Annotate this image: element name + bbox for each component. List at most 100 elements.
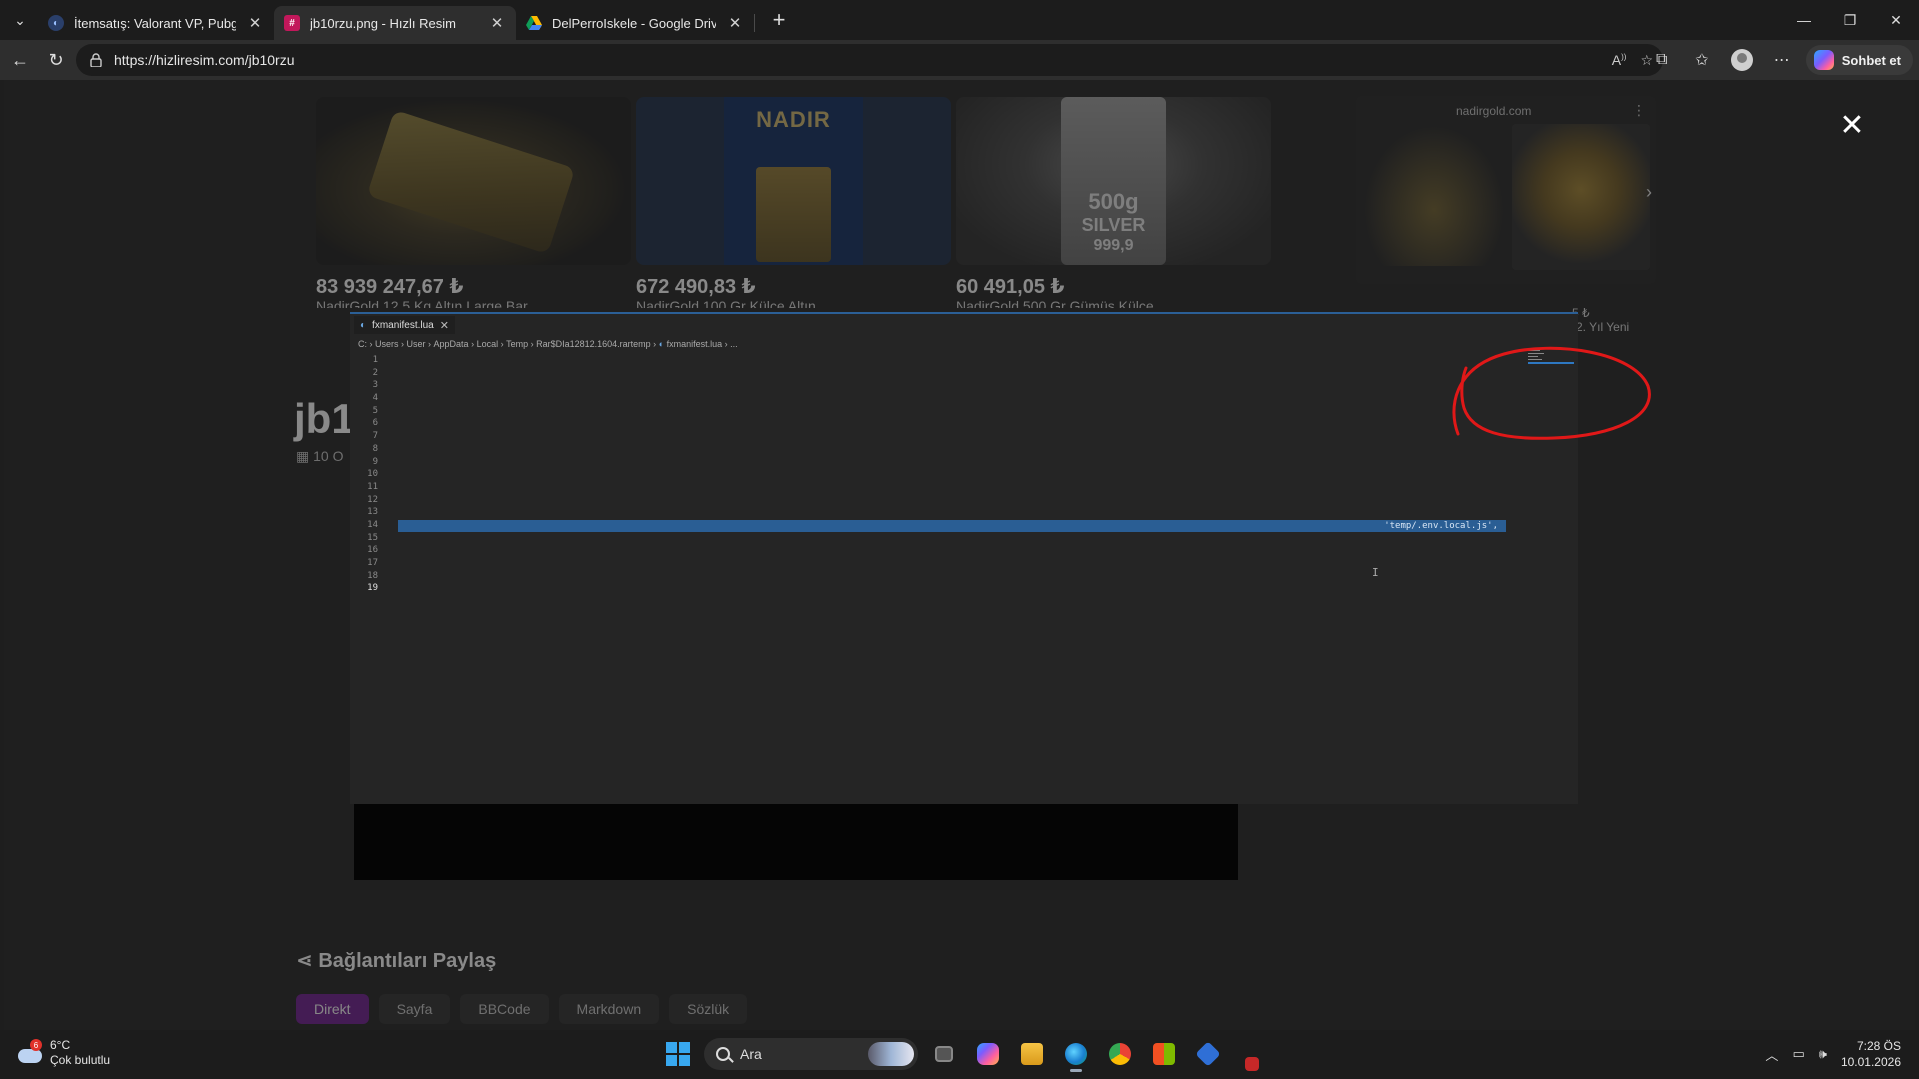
line-number: 9 xyxy=(372,456,378,467)
line-number: 6 xyxy=(372,418,378,429)
share-title-text: Bağlantıları Paylaş xyxy=(318,950,497,972)
weather-temp: 6°C xyxy=(50,1038,71,1052)
lightbox-close-icon[interactable]: ✕ xyxy=(1837,109,1867,142)
line-number: 1 xyxy=(372,355,378,365)
close-tab-icon[interactable]: ✕ xyxy=(488,14,506,32)
breadcrumb-part: AppData xyxy=(433,339,469,349)
taskbar-search[interactable]: Ara xyxy=(704,1038,918,1070)
share-tab-markdown[interactable]: Markdown xyxy=(558,994,660,1024)
search-highlight-image xyxy=(868,1042,914,1066)
toolbar-right: ⧉ ✩ ⋯ Sohbet et xyxy=(1642,40,1919,80)
file-explorer-icon[interactable] xyxy=(1014,1036,1050,1072)
breadcrumb-part: fxmanifest.lua xyxy=(666,339,723,349)
google-drive-icon xyxy=(526,15,542,31)
edge-browser-icon[interactable] xyxy=(1058,1036,1094,1072)
product-name[interactable]: NadirGold 100 Gr Külçe Altın xyxy=(636,298,946,308)
line-number: 8 xyxy=(372,443,378,454)
copilot-chat-button[interactable]: Sohbet et xyxy=(1805,45,1913,75)
chrome-icon[interactable] xyxy=(1102,1036,1138,1072)
share-tab-direkt[interactable]: Direkt xyxy=(296,994,369,1024)
more-menu-icon[interactable]: ⋯ xyxy=(1762,40,1802,80)
hizliresim-icon: # xyxy=(284,15,300,31)
ad-domain[interactable]: nadirgold.com xyxy=(1456,104,1531,118)
product-name[interactable]: NadirGold 500 Gr Gümüş Külçe xyxy=(956,298,1266,308)
line-number-gutter: 1 2 3 4 5 6 7 8 9 10 11 12 13 14 15 16 1… xyxy=(358,354,378,595)
line-number: 2 xyxy=(372,367,378,378)
share-tabs: Direkt Sayfa BBCode Markdown Sözlük xyxy=(296,994,748,1024)
extensions-puzzle-icon[interactable]: ⧉ xyxy=(1642,40,1682,80)
product-image-nadir-100g[interactable]: NADIR xyxy=(636,97,951,265)
address-bar[interactable]: https://hizliresim.com/jb10rzu A)) ☆ xyxy=(76,44,1663,76)
reload-icon[interactable]: ↻ xyxy=(38,44,74,76)
clock[interactable]: 7:28 ÖS 10.01.2026 xyxy=(1841,1038,1901,1070)
nadir-bar-graphic xyxy=(756,167,831,262)
weather-widget[interactable]: 6 6°C Çok bulutlu xyxy=(16,1038,110,1068)
read-aloud-icon[interactable]: A)) xyxy=(1612,52,1627,68)
text-cursor-icon: I xyxy=(1372,566,1379,579)
share-tab-bbcode[interactable]: BBCode xyxy=(460,994,549,1024)
upload-date: ▦ 10 O xyxy=(296,448,343,465)
silver-bar-graphic: 500g SILVER 999,9 xyxy=(1061,97,1166,265)
copilot-app-icon[interactable] xyxy=(970,1036,1006,1072)
ad-menu-icon[interactable]: ⋮ xyxy=(1632,102,1646,119)
chevron-right-icon[interactable]: › xyxy=(1646,182,1652,203)
line-number: 17 xyxy=(367,558,378,568)
favorites-icon[interactable]: ✩ xyxy=(1682,40,1722,80)
task-view-icon[interactable] xyxy=(926,1036,962,1072)
cloud-shape xyxy=(18,1049,42,1063)
breadcrumb-part: Users xyxy=(375,339,399,349)
windows-start-icon[interactable] xyxy=(660,1036,696,1072)
gold-bar-graphic xyxy=(366,109,576,255)
tab-hizliresim[interactable]: # jb10rzu.png - Hızlı Resim ✕ xyxy=(274,6,516,40)
search-icon xyxy=(716,1047,730,1061)
microsoft-store-icon[interactable] xyxy=(1146,1036,1182,1072)
breadcrumb-part: Local xyxy=(476,339,499,349)
close-tab-icon[interactable]: ✕ xyxy=(246,14,264,32)
ad-product-image[interactable] xyxy=(1512,124,1650,270)
weather-badge: 6 xyxy=(30,1039,42,1051)
ad-product-image[interactable] xyxy=(1364,126,1504,266)
line-number: 18 xyxy=(367,570,378,581)
tab-itemsatis[interactable]: ◐ İtemsatış: Valorant VP, Pubg Mobile ✕ xyxy=(38,6,274,40)
app-pinned-icon[interactable] xyxy=(1234,1036,1270,1072)
profile-button[interactable] xyxy=(1722,40,1762,80)
lock-icon[interactable] xyxy=(88,52,104,68)
back-arrow-icon[interactable]: ← xyxy=(2,44,38,76)
line-number: 7 xyxy=(372,431,378,442)
avatar xyxy=(1730,49,1753,71)
line-number: 12 xyxy=(367,494,378,505)
share-tab-sozluk[interactable]: Sözlük xyxy=(669,994,748,1024)
window-controls: — ❐ ✕ xyxy=(1781,0,1919,40)
line-number: 16 xyxy=(367,545,378,556)
close-tab-icon[interactable]: ✕ xyxy=(726,14,744,32)
product-name[interactable]: NadirGold 12,5 Kg Altın Large Bar xyxy=(316,298,626,308)
tab-google-drive[interactable]: DelPerroIskele - Google Drive ✕ xyxy=(516,6,754,40)
product-image-silver-500g[interactable]: 500g SILVER 999,9 xyxy=(956,97,1271,265)
product-image-gold-bar[interactable] xyxy=(316,97,631,265)
editor-tab-name: fxmanifest.lua xyxy=(372,319,434,331)
tab-title: jb10rzu.png - Hızlı Resim xyxy=(310,15,456,31)
new-tab-plus-icon[interactable]: + xyxy=(763,4,795,36)
app-pinned-icon[interactable] xyxy=(1190,1036,1226,1072)
line-number-current: 19 xyxy=(367,583,378,594)
url-text[interactable]: https://hizliresim.com/jb10rzu xyxy=(114,52,295,68)
product-price: 672 490,83 ₺ xyxy=(636,276,756,298)
red-circle-annotation xyxy=(1452,346,1651,440)
line-number: 14 xyxy=(367,519,378,530)
minimize-icon[interactable]: — xyxy=(1781,0,1827,40)
browser-tab-bar: ⌄ ◐ İtemsatış: Valorant VP, Pubg Mobile … xyxy=(0,0,1919,40)
product-price: 83 939 247,67 ₺ xyxy=(316,276,464,298)
breadcrumb-part: Temp xyxy=(506,339,529,349)
close-window-icon[interactable]: ✕ xyxy=(1873,0,1919,40)
tab-list-chevron-icon[interactable]: ⌄ xyxy=(2,4,38,36)
selected-code-line: 'temp/.env.local.js', xyxy=(398,520,1506,532)
chevron-up-icon[interactable]: ︿ xyxy=(1765,1045,1778,1064)
system-tray: ︿ ▭ 🕪 7:28 ÖS 10.01.2026 xyxy=(1765,1038,1901,1070)
breadcrumb-part: User xyxy=(406,339,426,349)
close-icon: ✕ xyxy=(439,319,449,332)
network-icon[interactable]: ▭ xyxy=(1792,1046,1804,1062)
volume-icon[interactable]: 🕪 xyxy=(1819,1046,1827,1062)
silver-purity-text: 999,9 xyxy=(1093,237,1134,254)
restore-icon[interactable]: ❐ xyxy=(1827,0,1873,40)
share-tab-sayfa[interactable]: Sayfa xyxy=(378,994,451,1024)
